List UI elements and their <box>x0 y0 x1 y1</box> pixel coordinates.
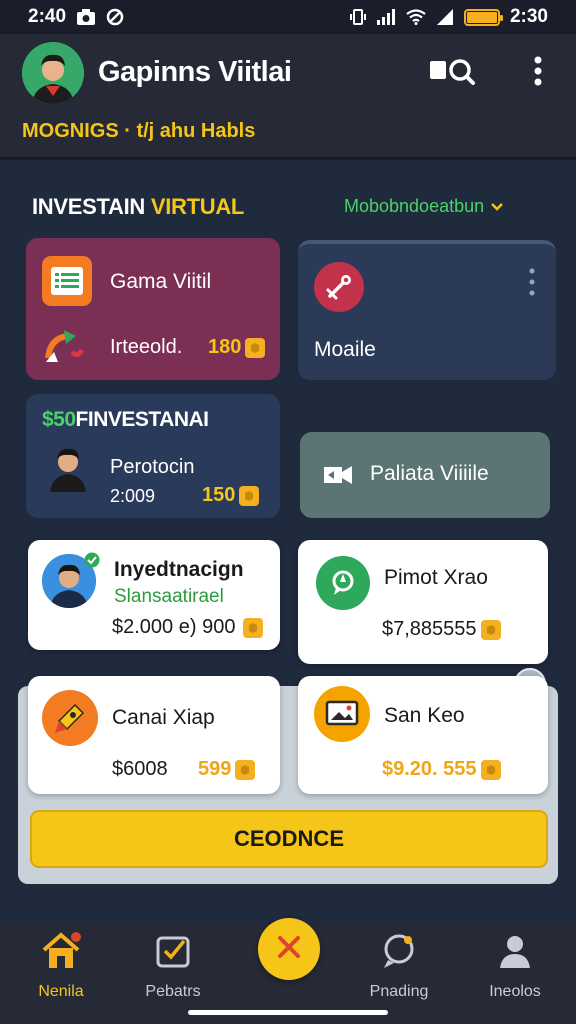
mobile-card[interactable]: Moaile <box>298 240 556 380</box>
listing-card-4[interactable]: San Keo $9.20. 555 <box>298 676 548 794</box>
rocket-launch-icon <box>42 690 98 746</box>
listing-2-amount: $7,885555 <box>382 618 501 641</box>
video-icon <box>322 462 354 493</box>
listing-card-1[interactable]: Inyedtnacign Slansaatirael $2.000 e) 900 <box>28 540 280 650</box>
vibrate-icon <box>349 8 366 26</box>
gaming-card[interactable]: Gama Viitil Irteeold. 180 <box>26 238 280 380</box>
listing-1-amount-text: $2.000 e) 900 <box>112 616 236 638</box>
section-title-main: INVESTAIN <box>32 194 151 219</box>
nav-home-label: Nenila <box>38 983 84 1000</box>
user-icon <box>496 932 534 975</box>
invest-card-value: 150 <box>202 484 260 507</box>
listing-card-3[interactable]: Canai Xiap $6008 599 <box>28 676 280 794</box>
fab-close-button[interactable] <box>258 918 320 980</box>
chevron-down-icon <box>490 196 504 217</box>
gaming-value-text: 180 <box>208 336 242 358</box>
card-more-icon[interactable] <box>526 266 538 298</box>
pilot-card-title: Paliata Viiiile <box>370 462 489 485</box>
gaming-label-text: Irteeold. <box>110 336 183 358</box>
search-icon <box>428 55 476 92</box>
bottom-nav: Nenila Pebatrs Pnading Ineolos <box>0 918 576 1024</box>
signal-icon-2 <box>436 9 454 25</box>
location-icon <box>316 556 370 610</box>
mobile-card-title: Moaile <box>314 338 376 361</box>
status-bar: 2:40 2:30 <box>0 0 576 34</box>
list-icon <box>42 256 92 306</box>
wifi-icon <box>406 9 426 25</box>
listing-1-title: Inyedtnacign <box>114 558 244 581</box>
gaming-card-title: Gama Viitil <box>110 270 212 293</box>
ticker-text: MOGNIGS · t/j ahu Habls <box>22 120 256 142</box>
clipboard-check-icon <box>154 932 192 975</box>
close-x-icon <box>276 934 302 965</box>
coin-icon <box>235 759 256 780</box>
refresh-icon <box>42 328 86 369</box>
listing-4-amount-text: $9.20. 555 <box>382 758 477 780</box>
app-header: Gapinns Viitlai MOGNIGS · t/j ahu Habls <box>0 34 576 160</box>
listing-3-title: Canai Xiap <box>112 706 215 729</box>
status-right: 2:30 <box>349 6 548 28</box>
gaming-card-value: 180 <box>208 336 266 359</box>
nav-trading[interactable]: Pnading <box>344 932 454 1012</box>
chat-bubble-icon <box>380 932 418 975</box>
listing-4-title: San Keo <box>384 704 465 727</box>
nav-tasks[interactable]: Pebatrs <box>118 932 228 1012</box>
gaming-card-label: Irteeold. <box>110 336 182 359</box>
pilot-card[interactable]: Paliata Viiiile <box>300 432 550 518</box>
coin-icon <box>480 619 501 640</box>
listing-1-amount: $2.000 e) 900 <box>112 616 264 639</box>
filter-dropdown[interactable]: Mobobndoeatbun <box>344 196 504 217</box>
listing-3-value-text: 599 <box>198 758 232 780</box>
investor-avatar <box>46 440 90 492</box>
coin-icon <box>245 337 266 358</box>
nav-profile-label: Ineolos <box>489 983 541 1000</box>
app-title: Gapinns Viitlai <box>98 56 292 88</box>
invest-heading-prefix: $50 <box>42 408 76 431</box>
listing-2-title: Pimot Xrao <box>384 566 488 589</box>
avatar[interactable] <box>22 42 84 104</box>
home-indicator[interactable] <box>188 1010 388 1015</box>
search-button[interactable] <box>428 56 476 90</box>
nav-tasks-label: Pebatrs <box>145 983 201 1000</box>
invest-card[interactable]: $50FINVESTANAI Perotocin 2:009 150 <box>26 394 280 518</box>
nav-home[interactable]: Nenila <box>6 932 116 1012</box>
coin-icon <box>239 485 260 506</box>
block-icon <box>106 8 124 26</box>
battery-icon <box>463 8 503 26</box>
nav-trading-label: Pnading <box>369 983 429 1000</box>
listing-1-subtitle: Slansaatirael <box>114 586 224 607</box>
invest-card-heading: $50FINVESTANAI <box>42 408 209 432</box>
status-time-right: 2:30 <box>509 6 548 27</box>
rocket-icon <box>314 262 364 312</box>
listing-3-amount: $6008 <box>112 758 168 780</box>
invest-card-sub: 2:009 <box>110 486 156 506</box>
section-title: INVESTAIN VIRTUAL <box>32 194 244 220</box>
nav-profile[interactable]: Ineolos <box>460 932 570 1012</box>
signal-icon <box>376 9 396 25</box>
invest-card-name: Perotocin <box>110 456 195 478</box>
more-menu-button[interactable] <box>526 54 550 92</box>
invest-heading-text: FINVESTANAI <box>75 408 209 431</box>
section-title-accent: VIRTUAL <box>150 194 245 219</box>
more-vertical-icon <box>534 56 542 91</box>
listing-card-2[interactable]: Pimot Xrao $7,885555 <box>298 540 548 664</box>
cta-label: CEODNCE <box>233 826 344 851</box>
listing-2-amount-text: $7,885555 <box>382 618 477 640</box>
home-icon <box>40 932 82 975</box>
filter-label: Mobobndoeatbun <box>344 196 485 216</box>
verified-badge-icon <box>84 552 100 573</box>
invest-value-text: 150 <box>202 484 236 506</box>
listing-3-value: 599 <box>198 758 256 781</box>
primary-cta-button[interactable]: CEODNCE <box>30 810 548 868</box>
picture-icon <box>314 686 370 742</box>
camera-icon <box>76 8 96 26</box>
coin-icon <box>243 617 264 638</box>
coin-icon <box>480 759 501 780</box>
listing-4-amount: $9.20. 555 <box>382 758 501 781</box>
status-left: 2:40 <box>28 6 124 28</box>
status-time: 2:40 <box>28 6 67 27</box>
